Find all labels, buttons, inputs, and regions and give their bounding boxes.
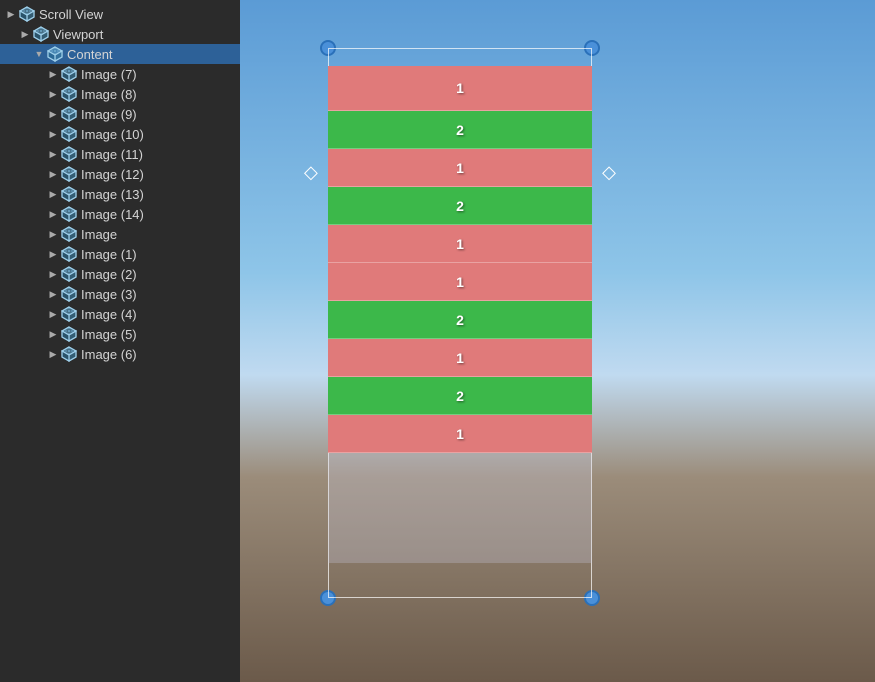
tree-label-image12: Image (12) bbox=[81, 167, 144, 182]
cube-icon-image9 bbox=[60, 105, 78, 123]
scroll-row-3: 2 bbox=[328, 187, 592, 225]
tree-label-image8: Image (8) bbox=[81, 87, 137, 102]
cube-icon-image3 bbox=[60, 285, 78, 303]
right-arrow-icon: ◇ bbox=[602, 163, 616, 181]
tree-item-content[interactable]: ▼ Content bbox=[0, 44, 240, 64]
scroll-row-2: 1 bbox=[328, 149, 592, 187]
tree-label-image2: Image (2) bbox=[81, 267, 137, 282]
tree-item-image12[interactable]: ▶ Image (12) bbox=[0, 164, 240, 184]
tree-item-image5[interactable]: ▶ Image (5) bbox=[0, 324, 240, 344]
tree-item-image8[interactable]: ▶ Image (8) bbox=[0, 84, 240, 104]
tree-arrow-content: ▼ bbox=[32, 49, 46, 59]
tree-label-image1: Image (1) bbox=[81, 247, 137, 262]
tree-arrow-image13: ▶ bbox=[46, 189, 60, 200]
hierarchy-panel[interactable]: ▶ Scroll View▶ Viewport▼ Content▶ bbox=[0, 0, 240, 682]
scroll-view-widget: ◇ ◇ 1212112121 bbox=[320, 48, 600, 598]
tree-item-image7[interactable]: ▶ Image (7) bbox=[0, 64, 240, 84]
tree-label-image14: Image (14) bbox=[81, 207, 144, 222]
event-system-item bbox=[0, 364, 240, 384]
cube-icon-image10 bbox=[60, 125, 78, 143]
tree-label-image7: Image (7) bbox=[81, 67, 137, 82]
tree-arrow-image8: ▶ bbox=[46, 89, 60, 100]
cube-icon-image11 bbox=[60, 145, 78, 163]
handle-left[interactable]: ◇ bbox=[304, 163, 318, 181]
tree-item-image14[interactable]: ▶ Image (14) bbox=[0, 204, 240, 224]
tree-item-image13[interactable]: ▶ Image (13) bbox=[0, 184, 240, 204]
cube-icon-image13 bbox=[60, 185, 78, 203]
tree-arrow-image3: ▶ bbox=[46, 289, 60, 300]
tree-item-image1[interactable]: ▶ Image (1) bbox=[0, 244, 240, 264]
tree-label-image9: Image (9) bbox=[81, 107, 137, 122]
tree-label-image6: Image (6) bbox=[81, 347, 137, 362]
cube-icon-image6 bbox=[60, 345, 78, 363]
scroll-row-0: 1 bbox=[328, 66, 592, 111]
tree-label-content: Content bbox=[67, 47, 113, 62]
tree-item-image2[interactable]: ▶ Image (2) bbox=[0, 264, 240, 284]
cube-icon-image bbox=[60, 225, 78, 243]
tree-arrow-image9: ▶ bbox=[46, 109, 60, 120]
tree-arrow-scroll-view: ▶ bbox=[4, 9, 18, 20]
tree-arrow-image7: ▶ bbox=[46, 69, 60, 80]
tree-label-image13: Image (13) bbox=[81, 187, 144, 202]
cube-icon-image1 bbox=[60, 245, 78, 263]
tree-arrow-viewport: ▶ bbox=[18, 29, 32, 40]
cube-icon-image14 bbox=[60, 205, 78, 223]
tree-item-image6[interactable]: ▶ Image (6) bbox=[0, 344, 240, 364]
scroll-row-5: 1 bbox=[328, 263, 592, 301]
cube-icon-image7 bbox=[60, 65, 78, 83]
tree-arrow-image6: ▶ bbox=[46, 349, 60, 360]
tree-arrow-image5: ▶ bbox=[46, 329, 60, 340]
tree-item-image11[interactable]: ▶ Image (11) bbox=[0, 144, 240, 164]
tree-arrow-image: ▶ bbox=[46, 229, 60, 240]
handle-right[interactable]: ◇ bbox=[602, 163, 616, 181]
scroll-row-4: 1 bbox=[328, 225, 592, 263]
scene-view: ◇ ◇ 1212112121 bbox=[240, 0, 875, 682]
tree-arrow-image4: ▶ bbox=[46, 309, 60, 320]
tree-label-image10: Image (10) bbox=[81, 127, 144, 142]
tree-arrow-image1: ▶ bbox=[46, 249, 60, 260]
cube-icon-image4 bbox=[60, 305, 78, 323]
tree-item-image9[interactable]: ▶ Image (9) bbox=[0, 104, 240, 124]
scroll-row-9: 1 bbox=[328, 415, 592, 453]
tree-item-image10[interactable]: ▶ Image (10) bbox=[0, 124, 240, 144]
cube-icon-image2 bbox=[60, 265, 78, 283]
tree-arrow-image12: ▶ bbox=[46, 169, 60, 180]
tree-label-image3: Image (3) bbox=[81, 287, 137, 302]
cube-icon-image5 bbox=[60, 325, 78, 343]
left-arrow-icon: ◇ bbox=[304, 163, 318, 181]
cube-icon-viewport bbox=[32, 25, 50, 43]
scroll-content-area: 1212112121 bbox=[328, 66, 592, 563]
cube-icon-content bbox=[46, 45, 64, 63]
tree-label-image5: Image (5) bbox=[81, 327, 137, 342]
scroll-row-1: 2 bbox=[328, 111, 592, 149]
cube-icon-scroll-view bbox=[18, 5, 36, 23]
tree-label-image4: Image (4) bbox=[81, 307, 137, 322]
tree-item-image3[interactable]: ▶ Image (3) bbox=[0, 284, 240, 304]
cube-icon-image12 bbox=[60, 165, 78, 183]
scroll-row-7: 1 bbox=[328, 339, 592, 377]
tree-label-viewport: Viewport bbox=[53, 27, 103, 42]
tree-arrow-image11: ▶ bbox=[46, 149, 60, 160]
tree-item-image4[interactable]: ▶ Image (4) bbox=[0, 304, 240, 324]
tree-label-image11: Image (11) bbox=[81, 147, 143, 162]
cube-icon-image8 bbox=[60, 85, 78, 103]
scroll-row-8: 2 bbox=[328, 377, 592, 415]
scroll-row-6: 2 bbox=[328, 301, 592, 339]
tree-arrow-image10: ▶ bbox=[46, 129, 60, 140]
tree-arrow-image14: ▶ bbox=[46, 209, 60, 220]
tree-item-viewport[interactable]: ▶ Viewport bbox=[0, 24, 240, 44]
tree-item-scroll-view[interactable]: ▶ Scroll View bbox=[0, 4, 240, 24]
tree-label-scroll-view: Scroll View bbox=[39, 7, 103, 22]
tree-item-image[interactable]: ▶ Image bbox=[0, 224, 240, 244]
tree-arrow-image2: ▶ bbox=[46, 269, 60, 280]
tree-label-image: Image bbox=[81, 227, 117, 242]
